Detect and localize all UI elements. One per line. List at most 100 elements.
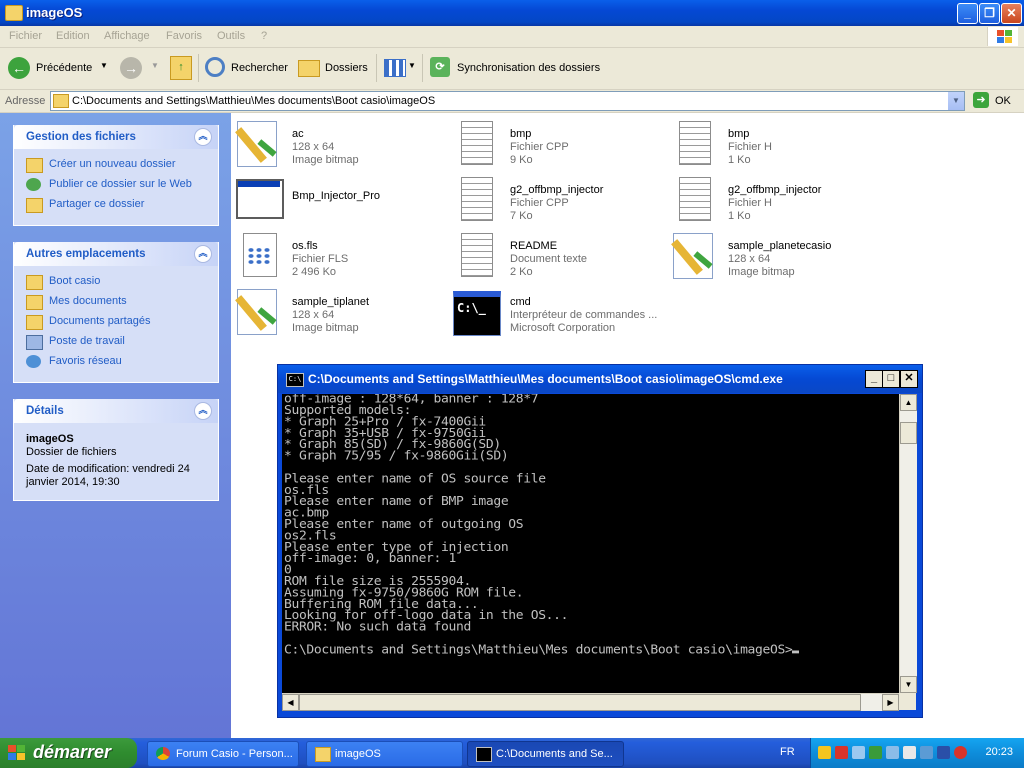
task-label: Publier ce dossier sur le Web (49, 178, 192, 190)
file-name: os.fls (292, 240, 318, 252)
file-meta: 2 496 Ko (292, 266, 337, 278)
file-meta: Fichier CPP (510, 141, 569, 153)
task-new-folder[interactable]: Créer un nouveau dossier (14, 155, 218, 175)
scroll-down-icon[interactable]: ▼ (900, 676, 917, 693)
windows-logo-icon (8, 745, 26, 761)
security-alert-icon[interactable] (835, 746, 848, 759)
scroll-right-icon[interactable]: ▶ (882, 694, 899, 711)
place-shared-documents[interactable]: Documents partagés (14, 312, 218, 332)
share-folder-icon (26, 198, 43, 213)
scroll-thumb[interactable] (900, 422, 917, 444)
task-publish-web[interactable]: Publier ce dossier sur le Web (14, 175, 218, 195)
collapse-icon[interactable]: ︽ (194, 402, 212, 420)
chevron-down-icon[interactable]: ▼ (948, 92, 964, 110)
forward-arrow-icon: → (120, 57, 142, 79)
collapse-icon[interactable]: ︽ (194, 128, 212, 146)
place-my-documents[interactable]: Mes documents (14, 292, 218, 312)
file-item[interactable]: g2_offbmp_injector Fichier H 1 Ko (671, 175, 886, 227)
scroll-left-icon[interactable]: ◀ (282, 694, 299, 711)
file-name: ac (292, 128, 304, 140)
file-meta: Fichier H (728, 141, 773, 153)
task-forum-casio[interactable]: Forum Casio - Person... (147, 741, 299, 767)
file-item[interactable]: os.fls Fichier FLS 2 496 Ko (235, 231, 450, 283)
collapse-icon[interactable]: ︽ (194, 245, 212, 263)
language-indicator[interactable]: FR (780, 746, 795, 758)
bitmap-icon (235, 287, 283, 335)
horizontal-scrollbar[interactable]: ◀ ▶ (282, 693, 899, 711)
menu-favoris[interactable]: Favoris (166, 30, 202, 42)
menu-affichage[interactable]: Affichage (104, 30, 150, 42)
file-item[interactable]: C:\_ cmd Interpréteur de commandes ... M… (453, 287, 668, 339)
my-documents-icon (26, 295, 43, 310)
menu-edition[interactable]: Edition (56, 30, 90, 42)
console-text: off-image : 128*64, banner : 128*7 Suppo… (284, 394, 793, 658)
cmd-icon (476, 747, 492, 762)
file-item[interactable]: ac 128 x 64 Image bitmap (235, 119, 450, 171)
task-cmd[interactable]: C:\Documents and Se... (467, 741, 624, 767)
start-button[interactable]: démarrer (0, 738, 137, 768)
task-share-folder[interactable]: Partager ce dossier (14, 195, 218, 215)
resize-grip[interactable] (899, 693, 916, 710)
task-imageos[interactable]: imageOS (306, 741, 463, 767)
file-item[interactable]: g2_offbmp_injector Fichier CPP 7 Ko (453, 175, 668, 227)
menu-outils[interactable]: Outils (217, 30, 245, 42)
file-item[interactable]: sample_planetecasio 128 x 64 Image bitma… (671, 231, 886, 283)
shield-icon[interactable] (818, 746, 831, 759)
taskbar: démarrer Forum Casio - Person... imageOS… (0, 738, 1024, 768)
clock[interactable]: 20:23 (985, 746, 1013, 758)
task-pane: Gestion des fichiers ︽ Créer un nouveau … (0, 113, 231, 738)
chevron-down-icon[interactable]: ▼ (151, 61, 159, 70)
menu-help[interactable]: ? (261, 30, 267, 42)
network-icon[interactable] (869, 746, 882, 759)
panel-header[interactable]: Détails ︽ (14, 399, 218, 423)
minimize-button[interactable]: _ (957, 3, 978, 24)
display-icon[interactable] (886, 746, 899, 759)
shared-folder-icon (26, 315, 43, 330)
panel-title: Autres emplacements (26, 248, 146, 260)
cmd-window[interactable]: C:\ C:\Documents and Settings\Matthieu\M… (277, 364, 923, 718)
bluetooth-icon[interactable] (852, 746, 865, 759)
scroll-thumb[interactable] (299, 694, 861, 711)
file-item[interactable]: sample_tiplanet 128 x 64 Image bitmap (235, 287, 450, 339)
file-meta: Fichier FLS (292, 253, 349, 265)
go-label: OK (995, 95, 1011, 107)
file-item[interactable]: Bmp_Injector_Pro (235, 175, 450, 227)
address-input[interactable]: C:\Documents and Settings\Matthieu\Mes d… (50, 91, 965, 111)
new-folder-icon (26, 158, 43, 173)
file-item[interactable]: bmp Fichier H 1 Ko (671, 119, 886, 171)
antivirus-icon[interactable] (954, 746, 967, 759)
place-boot-casio[interactable]: Boot casio (14, 272, 218, 292)
text-cursor (792, 650, 800, 654)
task-label: C:\Documents and Se... (496, 748, 613, 760)
speaker-icon[interactable] (903, 746, 916, 759)
cmd-titlebar[interactable]: C:\ C:\Documents and Settings\Matthieu\M… (278, 365, 922, 393)
cmd-icon: C:\ (286, 373, 304, 387)
place-my-computer[interactable]: Poste de travail (14, 332, 218, 352)
minimize-button[interactable]: _ (865, 370, 883, 388)
file-name: bmp (510, 128, 532, 140)
file-name: g2_offbmp_injector (510, 184, 604, 196)
monitor-icon[interactable] (937, 746, 950, 759)
restore-button[interactable]: ❐ (979, 3, 1000, 24)
scroll-up-icon[interactable]: ▲ (900, 394, 917, 411)
computer-icon (26, 335, 43, 350)
close-button[interactable]: ✕ (1001, 3, 1022, 24)
chevron-down-icon: ▼ (408, 61, 416, 70)
wireless-icon[interactable] (920, 746, 933, 759)
document-icon (671, 175, 719, 223)
application-icon (235, 175, 284, 223)
chevron-down-icon[interactable]: ▼ (100, 61, 108, 70)
close-button[interactable]: ✕ (900, 370, 918, 388)
file-item[interactable]: README Document texte 2 Ko (453, 231, 668, 283)
panel-header[interactable]: Autres emplacements ︽ (14, 242, 218, 266)
maximize-button[interactable]: □ (882, 370, 900, 388)
file-meta: Image bitmap (728, 266, 795, 278)
window-titlebar[interactable]: imageOS _ ❐ ✕ (0, 0, 1024, 26)
menu-fichier[interactable]: Fichier (9, 30, 42, 42)
vertical-scrollbar[interactable]: ▲ ▼ (899, 394, 917, 693)
place-network[interactable]: Favoris réseau (14, 352, 218, 372)
file-item[interactable]: bmp Fichier CPP 9 Ko (453, 119, 668, 171)
back-arrow-icon: ← (8, 57, 30, 79)
console-output[interactable]: off-image : 128*64, banner : 128*7 Suppo… (282, 394, 899, 693)
panel-header[interactable]: Gestion des fichiers ︽ (14, 125, 218, 149)
